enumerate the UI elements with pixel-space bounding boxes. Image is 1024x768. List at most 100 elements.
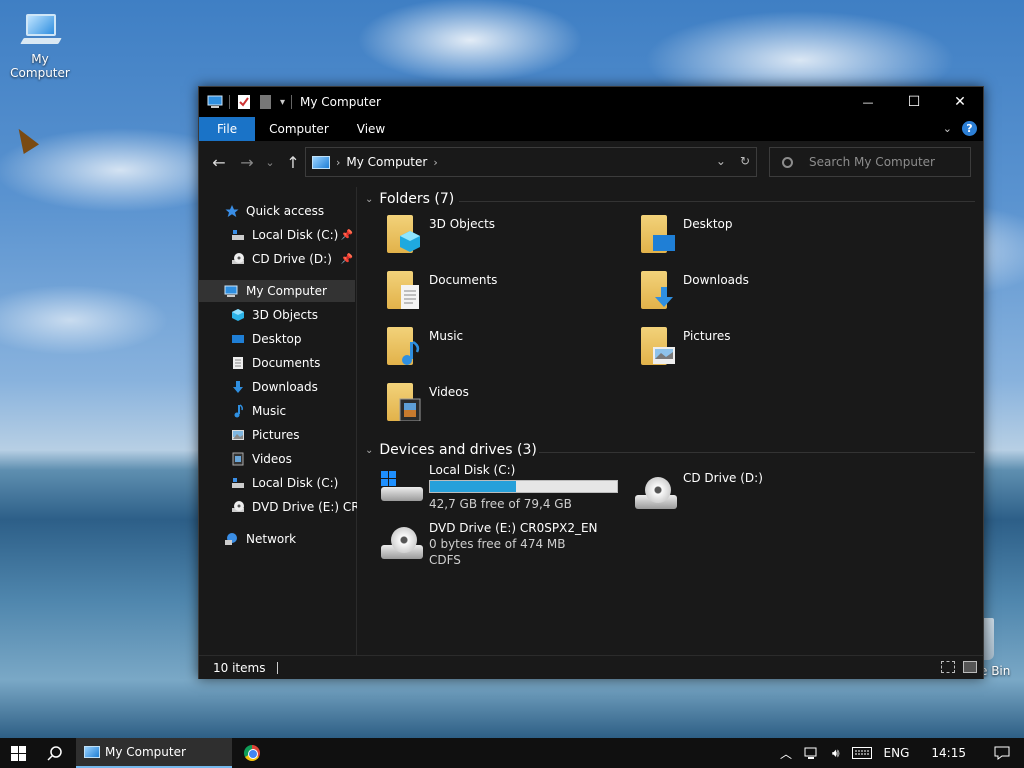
folder-downloads[interactable]: Downloads — [637, 269, 877, 321]
quick-access-toolbar: ▾ — [199, 95, 293, 109]
sidebar-item-pictures[interactable]: Pictures — [199, 424, 357, 446]
network-icon[interactable] — [804, 746, 820, 760]
address-bar[interactable]: › My Computer › ⌄ ↻ — [305, 147, 757, 177]
cd-drive-icon — [633, 477, 679, 511]
sidebar-item-local-disk-c-pinned[interactable]: Local Disk (C:) 📌 — [199, 224, 357, 246]
computer-icon — [224, 285, 238, 297]
explorer-window: ▾ My Computer — ☐ ✕ File Computer View ⌄… — [198, 86, 984, 679]
keyboard-icon[interactable] — [851, 747, 872, 759]
cube-icon — [232, 309, 244, 321]
windows-logo-icon — [381, 471, 396, 486]
qat-dropdown-icon[interactable]: ▾ — [280, 97, 285, 108]
taskbar-app-chrome[interactable] — [232, 738, 272, 768]
recent-locations-chevron-icon[interactable]: ⌄ — [261, 156, 279, 169]
sidebar-item-3d-objects[interactable]: 3D Objects — [199, 304, 357, 326]
folder-desktop[interactable]: Desktop — [637, 213, 877, 265]
close-button[interactable]: ✕ — [937, 87, 983, 117]
system-tray: ︿ 🔊︎ ENG 14:15 — [780, 738, 1024, 768]
sidebar-item-label: Music — [252, 404, 287, 418]
desktop-icon-my-computer[interactable]: My Computer — [2, 10, 78, 80]
folder-label: Videos — [429, 385, 469, 399]
sidebar-item-label: Quick access — [246, 204, 325, 218]
taskbar-search-button[interactable] — [36, 738, 74, 768]
sidebar-item-music[interactable]: Music — [199, 400, 357, 422]
collapse-chevron-icon[interactable]: ⌄ — [365, 445, 373, 456]
folder-label: Downloads — [683, 273, 749, 287]
group-title: Devices and drives (3) — [379, 442, 537, 458]
back-arrow-icon[interactable]: ← — [205, 153, 233, 172]
drive-free-space: 0 bytes free of 474 MB — [429, 537, 566, 551]
drives-group-header[interactable]: ⌄ Devices and drives (3) — [365, 442, 537, 458]
expand-ribbon-icon[interactable]: ⌄ — [943, 122, 952, 135]
drive-local-disk-c[interactable]: Local Disk (C:) 42,7 GB free of 79,4 GB — [379, 463, 619, 519]
drive-icon — [232, 230, 244, 240]
language-indicator[interactable]: ENG — [884, 746, 910, 760]
forward-arrow-icon[interactable]: → — [233, 153, 261, 172]
sidebar-item-videos[interactable]: Videos — [199, 448, 357, 470]
large-icons-view-icon[interactable] — [963, 661, 977, 673]
picture-icon — [232, 430, 244, 440]
folders-group-header[interactable]: ⌄ Folders (7) — [365, 191, 454, 207]
computer-icon — [312, 155, 330, 169]
folder-pictures[interactable]: Pictures — [637, 325, 877, 377]
group-divider — [539, 452, 975, 453]
drive-dvd-e[interactable]: DVD Drive (E:) CR0SPX2_EN 0 bytes free o… — [379, 521, 639, 577]
sidebar-item-cd-drive-d-pinned[interactable]: CD Drive (D:) 📌 — [199, 248, 357, 270]
sidebar-item-label: Local Disk (C:) — [252, 228, 339, 242]
refresh-icon[interactable]: ↻ — [740, 154, 750, 168]
tab-file[interactable]: File — [199, 117, 256, 141]
clock[interactable]: 14:15 — [931, 746, 966, 760]
up-arrow-icon[interactable]: ↑ — [279, 153, 307, 172]
folder-icon — [637, 213, 675, 255]
volume-icon[interactable]: 🔊︎ — [832, 746, 840, 761]
notifications-icon[interactable] — [994, 746, 1010, 760]
sidebar-item-downloads[interactable]: Downloads — [199, 376, 357, 398]
folder-label: Documents — [429, 273, 498, 287]
folder-music[interactable]: Music — [383, 325, 623, 377]
breadcrumb-my-computer[interactable]: My Computer — [346, 155, 427, 169]
title-bar[interactable]: ▾ My Computer — ☐ ✕ — [199, 87, 983, 117]
folder-label: Music — [429, 329, 464, 343]
sidebar-item-label: Documents — [252, 356, 321, 370]
details-view-icon[interactable] — [941, 661, 955, 673]
tab-view[interactable]: View — [343, 117, 399, 141]
sidebar-item-local-disk-c[interactable]: Local Disk (C:) — [199, 472, 357, 494]
tab-computer[interactable]: Computer — [255, 117, 343, 141]
sidebar-item-dvd-drive-e[interactable]: DVD Drive (E:) CR0S — [199, 496, 357, 518]
video-icon — [232, 452, 244, 466]
folder-documents[interactable]: Documents — [383, 269, 623, 321]
maximize-button[interactable]: ☐ — [891, 87, 937, 117]
folder-videos[interactable]: Videos — [383, 381, 623, 433]
pin-icon[interactable]: 📌 — [341, 230, 353, 241]
minimize-button[interactable]: — — [845, 87, 891, 117]
collapse-chevron-icon[interactable]: ⌄ — [365, 194, 373, 205]
drive-usage-fill — [430, 481, 517, 492]
search-input[interactable]: Search My Computer — [769, 147, 971, 177]
taskbar-app-my-computer[interactable]: My Computer — [76, 738, 232, 768]
hard-drive-icon — [379, 469, 425, 503]
sidebar-item-desktop[interactable]: Desktop — [199, 328, 357, 350]
show-hidden-icons-chevron-icon[interactable]: ︿ — [780, 745, 792, 762]
sidebar-item-my-computer[interactable]: My Computer — [199, 280, 355, 302]
sidebar-item-label: DVD Drive (E:) CR0S — [252, 500, 357, 514]
drive-cd-d[interactable]: CD Drive (D:) — [633, 471, 873, 527]
folder-3d-objects[interactable]: 3D Objects — [383, 213, 623, 265]
pin-icon[interactable]: 📌 — [341, 254, 353, 265]
new-folder-icon[interactable] — [258, 95, 274, 109]
search-placeholder: Search My Computer — [809, 155, 935, 169]
recycle-bin-label: e Bin — [980, 664, 1011, 678]
start-button[interactable] — [0, 738, 36, 768]
help-icon[interactable]: ? — [962, 121, 977, 136]
sidebar-item-quick-access[interactable]: Quick access — [199, 200, 357, 222]
dvd-drive-icon — [379, 527, 425, 561]
document-icon — [233, 357, 243, 369]
sidebar-item-network[interactable]: Network — [199, 528, 357, 550]
breadcrumb-chevron-icon[interactable]: › — [433, 156, 437, 169]
group-title: Folders (7) — [379, 191, 455, 207]
sidebar-item-documents[interactable]: Documents — [199, 352, 357, 374]
properties-icon[interactable] — [236, 95, 252, 109]
computer-icon — [20, 10, 62, 48]
music-icon — [234, 404, 243, 418]
breadcrumb-chevron-icon[interactable]: › — [336, 156, 340, 169]
address-dropdown-icon[interactable]: ⌄ — [716, 154, 726, 168]
